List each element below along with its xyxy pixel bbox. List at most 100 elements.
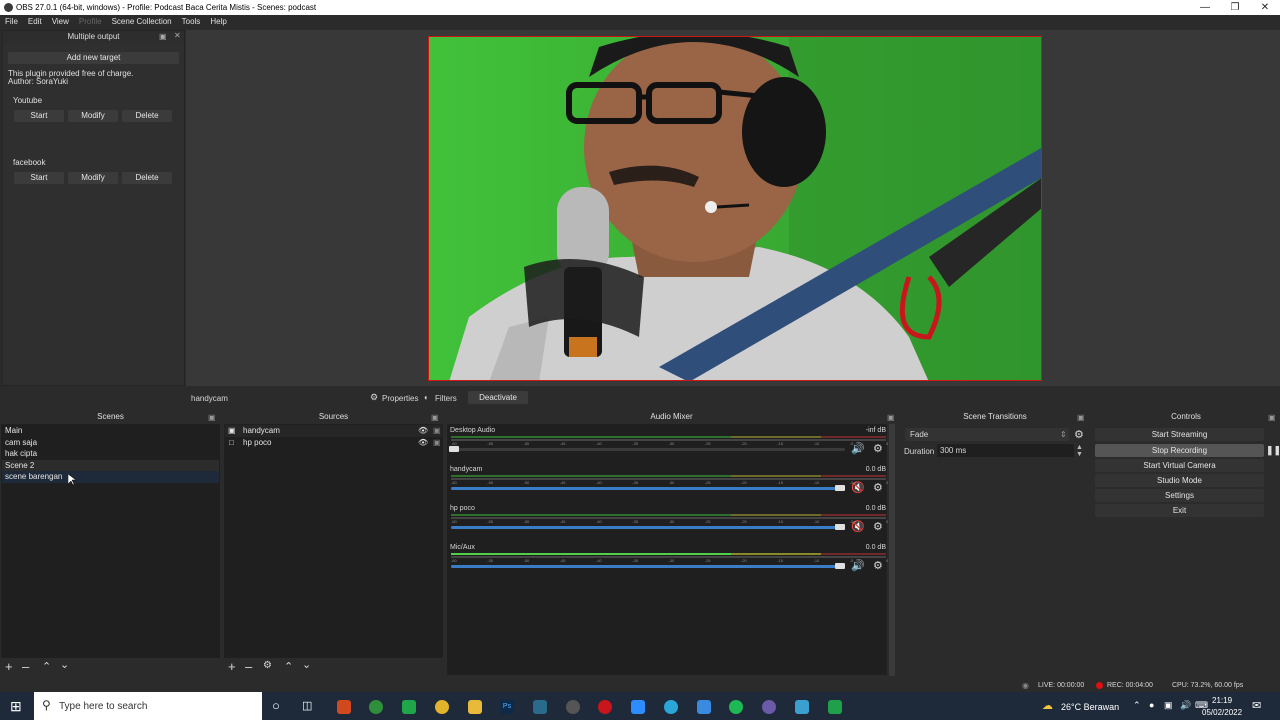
clock-date[interactable]: 05/02/2022 xyxy=(1202,708,1242,717)
mixer-scrollbar[interactable] xyxy=(889,424,895,676)
clock-time[interactable]: 21:19 xyxy=(1212,696,1232,705)
transition-select[interactable]: Fade ⇕ xyxy=(905,428,1069,441)
facebook-modify-button[interactable]: Modify xyxy=(68,172,118,184)
maximize-button[interactable]: ❐ xyxy=(1220,0,1250,15)
lock-icon[interactable]: ▣ xyxy=(433,437,441,449)
transition-gear-icon[interactable]: ⚙ xyxy=(1074,428,1084,441)
obs-taskbar-icon[interactable] xyxy=(566,700,580,714)
move-down-icon[interactable]: ⌄ xyxy=(302,658,311,671)
move-up-icon[interactable]: ⌃ xyxy=(42,660,51,673)
remove-scene-icon[interactable]: – xyxy=(22,659,29,674)
close-button[interactable]: ✕ xyxy=(1250,0,1280,15)
opera-app-icon[interactable] xyxy=(598,700,612,714)
muted-speaker-icon[interactable]: 🔇 xyxy=(851,520,865,533)
close-dock-icon[interactable]: ✕ xyxy=(174,31,181,40)
tray-chevron-icon[interactable]: ⌃ xyxy=(1133,700,1141,711)
store-app-icon[interactable] xyxy=(795,700,809,714)
add-source-icon[interactable]: + xyxy=(228,659,236,674)
mixer-float-icon[interactable]: ▣ xyxy=(887,413,895,422)
lock-icon[interactable]: ▣ xyxy=(433,425,441,437)
visibility-eye-icon[interactable]: 👁 xyxy=(418,425,428,437)
tray-volume-icon[interactable]: 🔊 xyxy=(1180,700,1191,711)
filters-icon[interactable]: ◐ xyxy=(424,393,429,402)
sources-float-icon[interactable]: ▣ xyxy=(431,413,439,422)
purple-app-icon[interactable] xyxy=(762,700,776,714)
chrome-app-icon[interactable] xyxy=(435,700,449,714)
weather-text[interactable]: 26°C Berawan xyxy=(1061,702,1119,712)
windows-start-icon[interactable]: ⊞ xyxy=(10,698,22,715)
photoshop-icon[interactable]: Ps xyxy=(500,700,514,714)
volume-slider-knob[interactable] xyxy=(835,524,845,530)
youtube-delete-button[interactable]: Delete xyxy=(122,110,172,122)
add-scene-icon[interactable]: + xyxy=(5,659,13,674)
controls-float-icon[interactable]: ▣ xyxy=(1268,413,1276,422)
stop-recording-button[interactable]: Stop Recording xyxy=(1095,444,1264,457)
duration-input[interactable]: 300 ms xyxy=(937,444,1074,457)
scene-item[interactable]: hak cipta xyxy=(2,448,219,460)
channel-gear-icon[interactable]: ⚙ xyxy=(873,442,883,455)
properties-button[interactable]: Properties xyxy=(382,394,418,403)
facebook-start-button[interactable]: Start xyxy=(14,172,64,184)
pause-recording-icon[interactable]: ❚❚ xyxy=(1266,445,1280,456)
studio-mode-button[interactable]: Studio Mode xyxy=(1095,474,1264,487)
volume-slider-knob[interactable] xyxy=(835,563,845,569)
blue-app-icon[interactable] xyxy=(664,700,678,714)
video-preview[interactable] xyxy=(428,36,1042,381)
menu-view[interactable]: View xyxy=(47,15,74,29)
tray-mic-icon[interactable]: ● xyxy=(1149,700,1154,710)
source-item[interactable]: ▣ handycam 👁 ▣ xyxy=(225,425,442,437)
edge-app-icon[interactable] xyxy=(369,700,383,714)
download-app-icon[interactable] xyxy=(533,700,547,714)
scenes-float-icon[interactable]: ▣ xyxy=(208,413,216,422)
green-app-icon[interactable] xyxy=(402,700,416,714)
spotify-app-icon[interactable] xyxy=(729,700,743,714)
menu-profile[interactable]: Profile xyxy=(74,15,107,29)
visibility-eye-icon[interactable]: 👁 xyxy=(418,437,428,449)
taskbar-search-box[interactable]: ⚲ Type here to search xyxy=(34,692,262,720)
tray-network-icon[interactable]: ▣ xyxy=(1164,700,1173,711)
menu-help[interactable]: Help xyxy=(205,15,231,29)
scene-item[interactable]: Main xyxy=(2,425,219,437)
settings-button[interactable]: Settings xyxy=(1095,489,1264,502)
source-properties-gear-icon[interactable]: ⚙ xyxy=(263,660,272,671)
move-up-icon[interactable]: ⌃ xyxy=(284,660,293,673)
menu-file[interactable]: File xyxy=(0,15,23,29)
menu-scene-collection[interactable]: Scene Collection xyxy=(107,15,177,29)
cortana-icon[interactable]: ○ xyxy=(272,698,280,713)
volume-slider-knob[interactable] xyxy=(448,446,459,452)
remove-source-icon[interactable]: – xyxy=(245,659,252,674)
channel-gear-icon[interactable]: ⚙ xyxy=(873,481,883,494)
volume-slider-knob[interactable] xyxy=(835,485,845,491)
channel-gear-icon[interactable]: ⚙ xyxy=(873,520,883,533)
start-virtual-camera-button[interactable]: Start Virtual Camera xyxy=(1095,459,1264,472)
green-box-app-icon[interactable] xyxy=(828,700,842,714)
channel-gear-icon[interactable]: ⚙ xyxy=(873,559,883,572)
zoom-app-icon[interactable] xyxy=(631,700,645,714)
exit-button[interactable]: Exit xyxy=(1095,504,1264,517)
task-view-icon[interactable]: ◫ xyxy=(302,699,312,712)
move-down-icon[interactable]: ⌄ xyxy=(60,658,69,671)
office-app-icon[interactable] xyxy=(337,700,351,714)
start-streaming-button[interactable]: Start Streaming xyxy=(1095,428,1264,441)
facebook-delete-button[interactable]: Delete xyxy=(122,172,172,184)
minimize-button[interactable]: — xyxy=(1190,0,1220,15)
transitions-float-icon[interactable]: ▣ xyxy=(1077,413,1085,422)
source-item[interactable]: □ hp poco 👁 ▣ xyxy=(225,437,442,449)
file-explorer-icon[interactable] xyxy=(468,700,482,714)
properties-gear-icon[interactable]: ⚙ xyxy=(370,392,378,403)
filters-button[interactable]: Filters xyxy=(435,394,457,403)
scene-item-selected[interactable]: scene barengan xyxy=(2,471,219,483)
scene-item[interactable]: Scene 2 xyxy=(2,459,219,471)
float-dock-icon[interactable]: ▣ xyxy=(159,32,167,41)
speaker-icon[interactable]: 🔊 xyxy=(851,559,865,572)
add-new-target-button[interactable]: Add new target xyxy=(8,52,179,64)
volume-slider[interactable] xyxy=(451,448,845,451)
youtube-modify-button[interactable]: Modify xyxy=(68,110,118,122)
window-app-icon[interactable] xyxy=(697,700,711,714)
menu-tools[interactable]: Tools xyxy=(177,15,206,29)
menu-edit[interactable]: Edit xyxy=(23,15,47,29)
speaker-icon[interactable]: 🔊 xyxy=(851,442,865,455)
deactivate-button[interactable]: Deactivate xyxy=(468,391,528,404)
muted-speaker-icon[interactable]: 🔇 xyxy=(851,481,865,494)
notification-icon[interactable]: ✉ xyxy=(1252,699,1261,712)
